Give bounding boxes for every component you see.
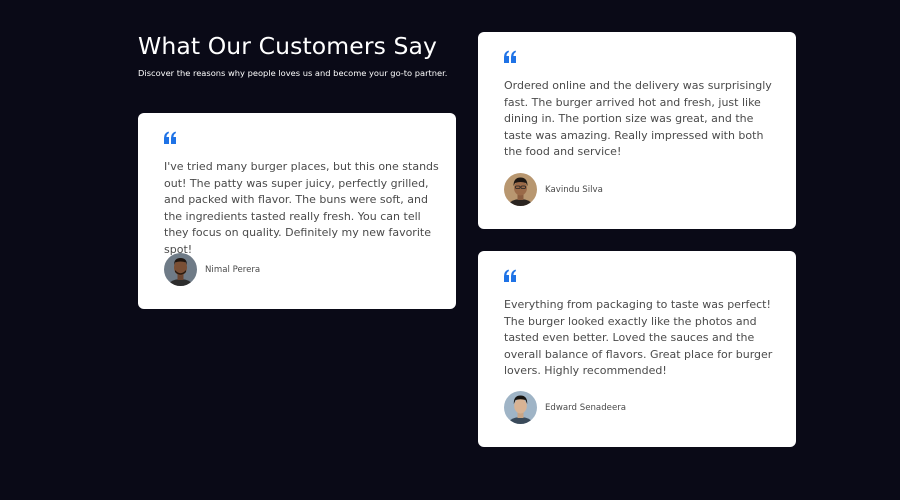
- section-subtitle: Discover the reasons why people loves us…: [138, 68, 448, 78]
- author-name: Edward Senadeera: [545, 402, 627, 413]
- testimonial-text: I've tried many burger places, but this …: [164, 160, 439, 256]
- testimonial-text: Ordered online and the delivery was surp…: [504, 79, 772, 159]
- testimonial-card-nimal: I've tried many burger places, but this …: [138, 113, 456, 309]
- author-name: Kavindu Silva: [545, 184, 603, 195]
- testimonial-card-kavindu: Ordered online and the delivery was surp…: [478, 32, 796, 229]
- quote-icon: [503, 49, 517, 65]
- quote-icon: [163, 130, 177, 146]
- testimonial-card-edward: Everything from packaging to taste was p…: [478, 251, 796, 447]
- testimonial-author: Edward Senadeera: [504, 391, 626, 424]
- testimonial-author: Kavindu Silva: [504, 173, 603, 206]
- avatar: [504, 173, 537, 206]
- section-title: What Our Customers Say: [138, 32, 438, 60]
- avatar: [164, 253, 197, 286]
- author-name: Nimal Perera: [205, 264, 261, 275]
- testimonial-author: Nimal Perera: [164, 253, 260, 286]
- testimonial-text: Everything from packaging to taste was p…: [504, 298, 773, 378]
- avatar: [504, 391, 537, 424]
- quote-icon: [503, 268, 517, 284]
